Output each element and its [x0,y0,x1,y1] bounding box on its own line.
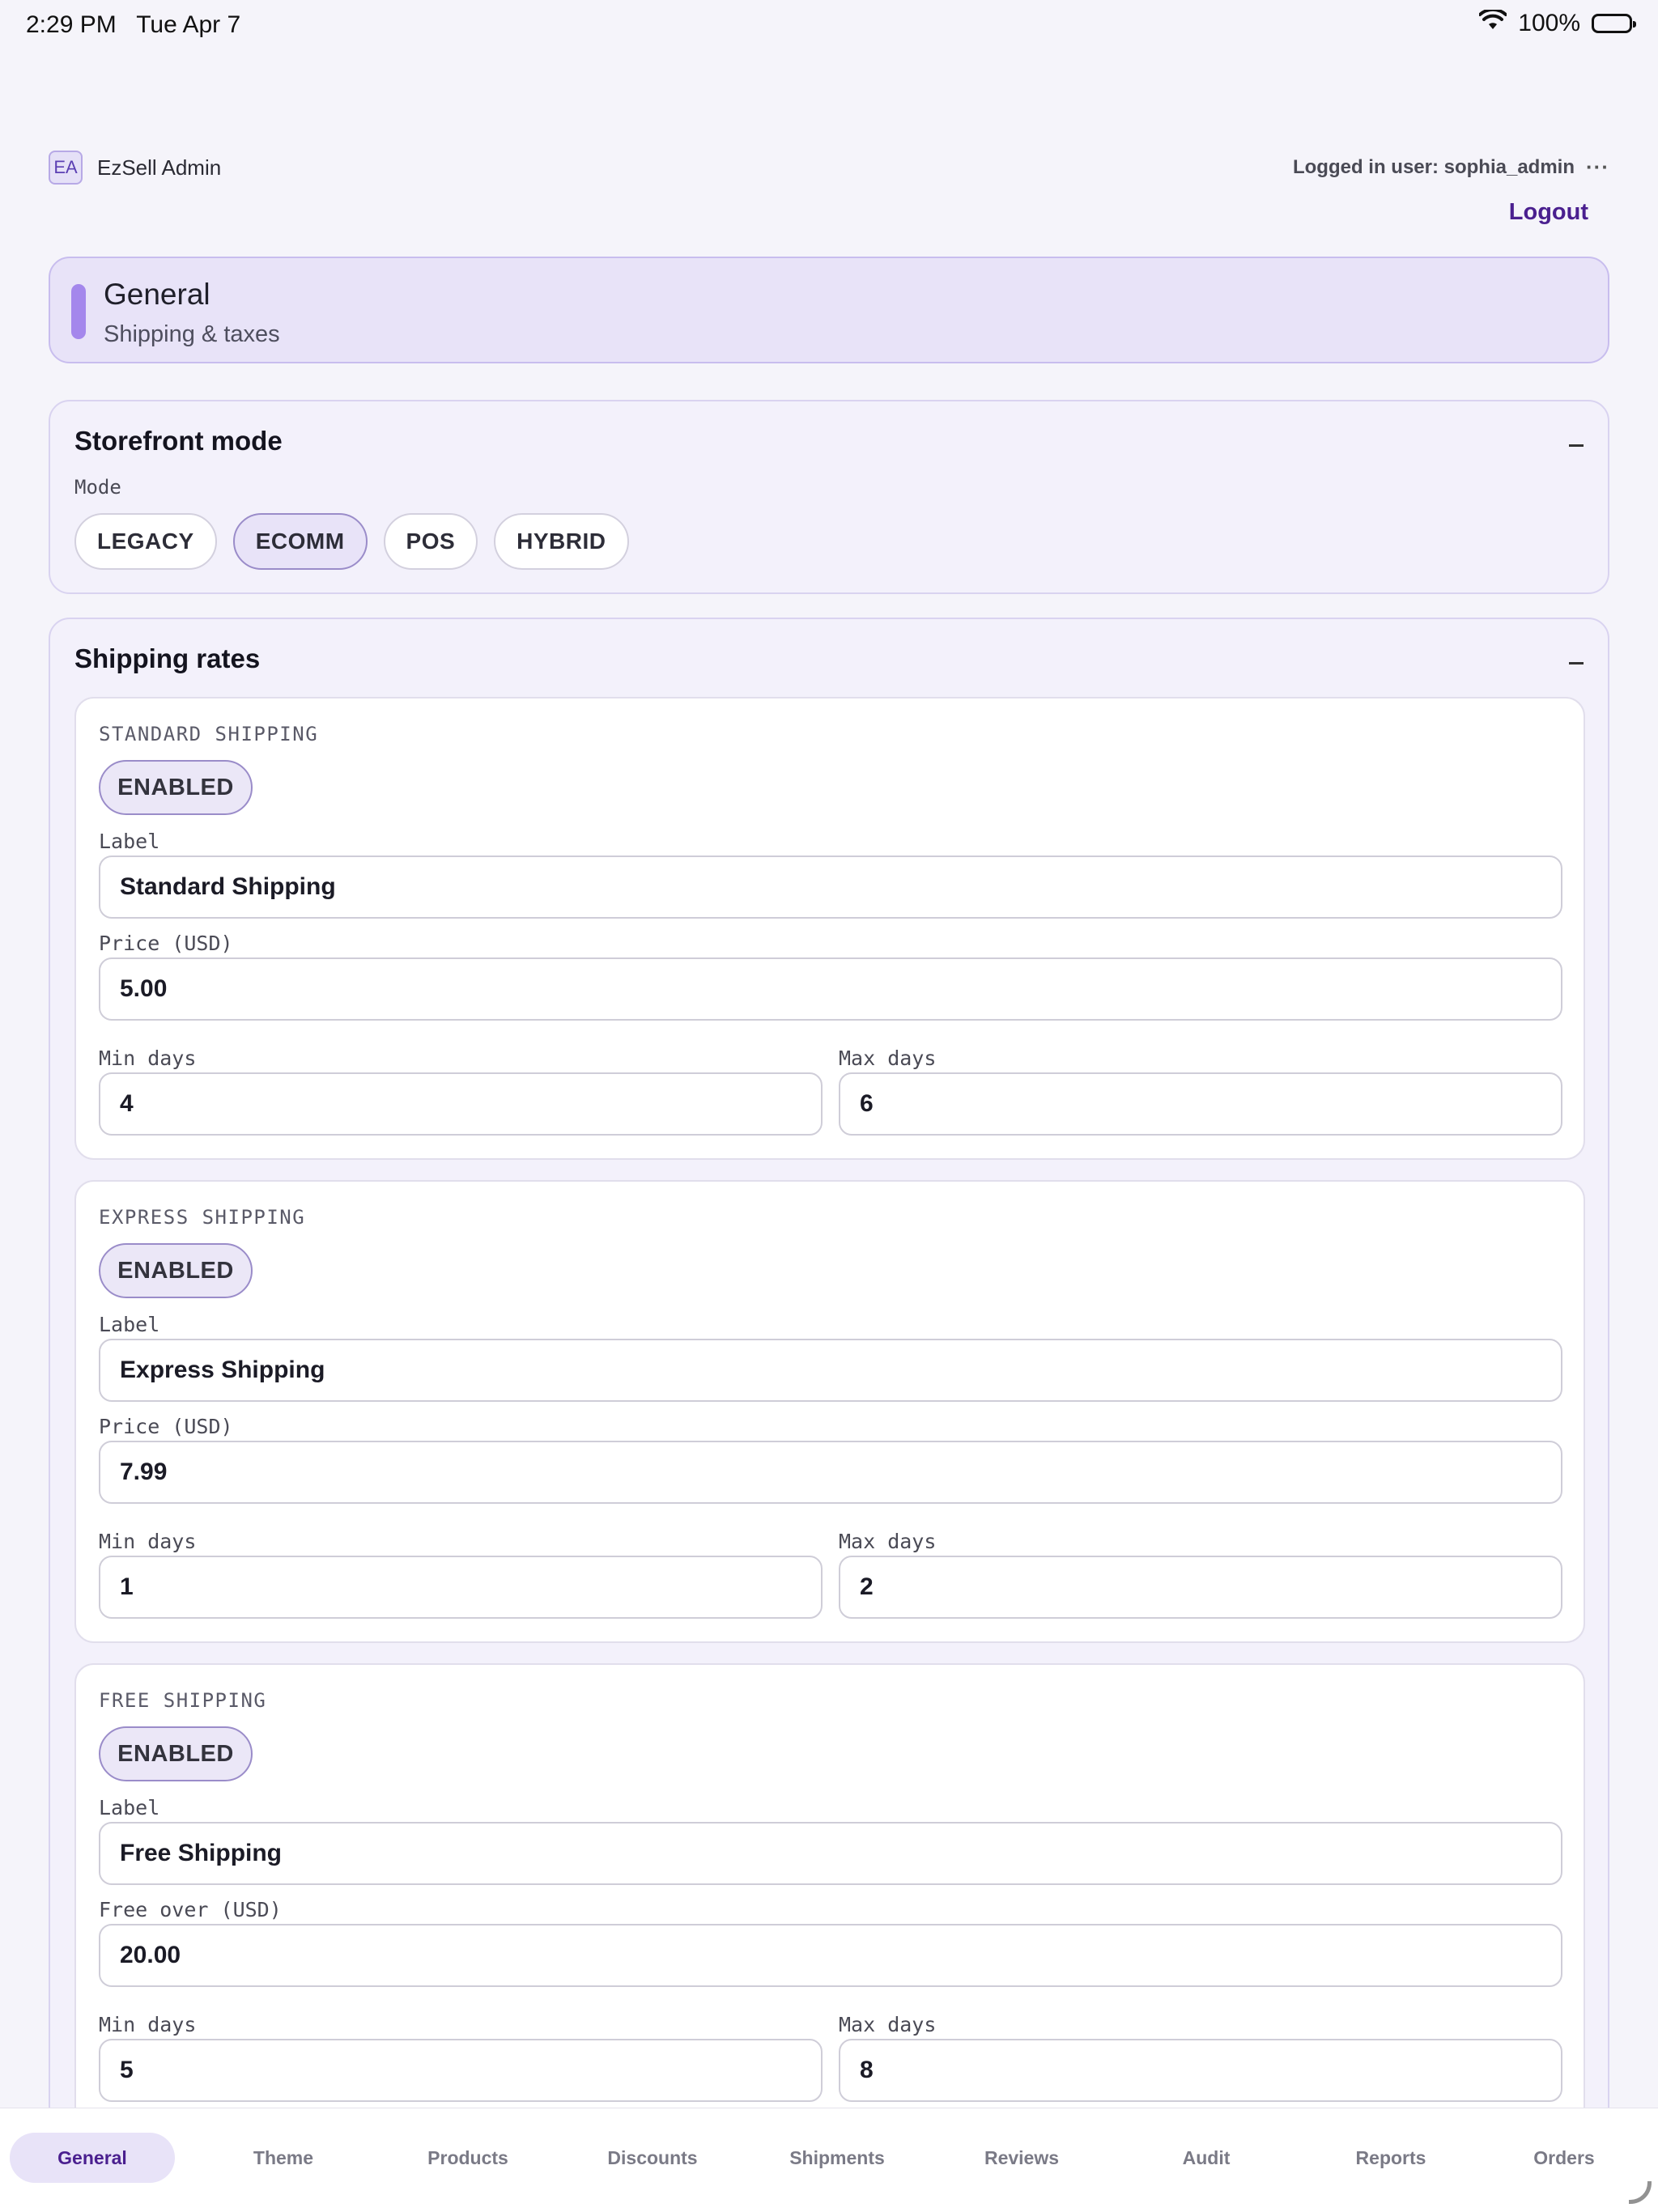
label-field-label: Label [99,830,160,853]
rate-card-standard: STANDARD SHIPPING ENABLED Label Standard… [74,697,1585,1160]
battery-percent: 100% [1518,10,1580,36]
mode-option-pos[interactable]: POS [383,513,478,570]
battery-icon [1592,14,1636,33]
label-input[interactable]: Free Shipping [99,1822,1562,1885]
max-days-label: Max days [839,1047,937,1070]
enabled-toggle[interactable]: ENABLED [99,760,253,815]
panel-title: Storefront mode [74,426,283,456]
mode-option-hybrid[interactable]: HYBRID [494,513,629,570]
resize-handle-icon[interactable] [1629,2181,1652,2204]
price-input[interactable]: 5.00 [99,957,1562,1021]
tab-general[interactable]: General [10,2133,175,2183]
min-days-label: Min days [99,2013,197,2036]
banner-subtitle: Shipping & taxes [104,321,280,347]
tab-theme[interactable]: Theme [201,2133,366,2183]
storefront-mode-panel: Storefront mode Mode LEGACY ECOMM POS HY… [49,400,1609,594]
tab-audit[interactable]: Audit [1124,2133,1289,2183]
tab-bar: General Theme Products Discounts Shipmen… [0,2108,1658,2212]
free-over-label: Free over (USD) [99,1898,282,1921]
brand-name: EzSell Admin [97,155,222,180]
tab-reviews[interactable]: Reviews [939,2133,1104,2183]
min-days-input[interactable]: 5 [99,2039,823,2102]
tab-shipments[interactable]: Shipments [755,2133,920,2183]
collapse-icon[interactable] [1569,444,1584,447]
wifi-icon [1478,7,1508,37]
max-days-label: Max days [839,2013,937,2036]
status-time: 2:29 PM Tue Apr 7 [26,11,240,39]
min-days-label: Min days [99,1047,197,1070]
price-field-label: Price (USD) [99,932,233,955]
max-days-label: Max days [839,1530,937,1553]
tab-orders[interactable]: Orders [1491,2133,1637,2183]
max-days-input[interactable]: 6 [839,1072,1562,1136]
max-days-input[interactable]: 8 [839,2039,1562,2102]
status-bar: 2:29 PM Tue Apr 7 100% [0,0,1658,52]
max-days-input[interactable]: 2 [839,1556,1562,1619]
collapse-icon[interactable] [1569,662,1584,664]
mode-option-legacy[interactable]: LEGACY [74,513,217,570]
rate-card-free: FREE SHIPPING ENABLED Label Free Shippin… [74,1663,1585,2126]
logged-in-user: Logged in user: sophia_admin [1292,155,1575,178]
brand: EA EzSell Admin [49,151,221,185]
date: Tue Apr 7 [136,11,241,38]
user-info: Logged in user: sophia_admin ··· [1293,155,1609,180]
shipping-rates-panel: Shipping rates STANDARD SHIPPING ENABLED… [49,618,1609,2155]
price-field-label: Price (USD) [99,1415,233,1438]
enabled-toggle[interactable]: ENABLED [99,1726,253,1781]
brand-logo: EA [49,151,83,185]
section-banner: General Shipping & taxes [49,257,1609,363]
enabled-toggle[interactable]: ENABLED [99,1243,253,1298]
label-field-label: Label [99,1313,160,1336]
tab-products[interactable]: Products [385,2133,551,2183]
rate-heading: EXPRESS SHIPPING [99,1206,306,1229]
mode-options: LEGACY ECOMM POS HYBRID [74,513,629,570]
min-days-label: Min days [99,1530,197,1553]
label-input[interactable]: Express Shipping [99,1339,1562,1402]
mode-label: Mode [74,476,121,499]
label-field-label: Label [99,1796,160,1819]
rate-card-express: EXPRESS SHIPPING ENABLED Label Express S… [74,1180,1585,1643]
price-input[interactable]: 7.99 [99,1441,1562,1504]
logout-button[interactable]: Logout [1509,199,1588,226]
label-input[interactable]: Standard Shipping [99,856,1562,919]
rate-heading: FREE SHIPPING [99,1689,267,1712]
rate-heading: STANDARD SHIPPING [99,723,319,745]
clock: 2:29 PM [26,11,117,38]
status-indicators: 100% [1478,7,1636,37]
banner-title: General [104,278,210,311]
mode-option-ecomm[interactable]: ECOMM [232,513,368,570]
min-days-input[interactable]: 1 [99,1556,823,1619]
more-icon[interactable]: ··· [1586,155,1609,180]
panel-title: Shipping rates [74,643,261,673]
free-over-input[interactable]: 20.00 [99,1924,1562,1987]
tab-list: General Theme Products Discounts Shipmen… [10,2133,1629,2183]
banner-accent-bar [71,284,86,339]
tab-reports[interactable]: Reports [1308,2133,1473,2183]
tab-discounts[interactable]: Discounts [570,2133,735,2183]
min-days-input[interactable]: 4 [99,1072,823,1136]
